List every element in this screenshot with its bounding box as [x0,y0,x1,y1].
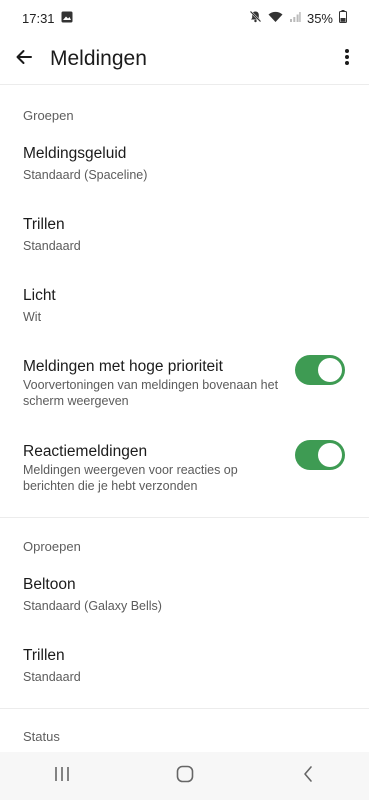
toggle-knob [318,443,342,467]
section-header-groups: Groepen [23,108,74,123]
wifi-icon [268,11,283,26]
back-nav-icon [302,765,314,788]
section-header-status: Status [23,729,60,744]
setting-title: Meldingsgeluid [23,145,127,162]
setting-title: Beltoon [23,576,76,593]
setting-subtitle: Standaard (Spaceline) [23,168,148,182]
setting-reaction-notifications[interactable]: Reactiemeldingen Meldingen weergeven voo… [0,434,369,506]
setting-subtitle: Voorvertoningen van meldingen bovenaan h… [23,378,279,408]
app-bar-divider [0,84,369,85]
setting-ringtone[interactable]: Beltoon Standaard (Galaxy Bells) [0,567,369,627]
back-button[interactable] [2,38,46,80]
setting-subtitle: Meldingen weergeven voor reacties op ber… [23,463,238,493]
status-bar: 17:31 35% [0,0,369,36]
setting-vibrate-groups[interactable]: Trillen Standaard [0,207,369,267]
setting-subtitle: Standaard [23,239,81,253]
status-time: 17:31 [22,10,55,26]
home-icon [176,765,194,788]
system-nav-bar [0,752,369,800]
setting-subtitle: Standaard (Galaxy Bells) [23,599,162,613]
setting-title: Meldingen met hoge prioriteit [23,358,223,375]
setting-title: Licht [23,287,56,304]
home-button[interactable] [155,752,215,800]
recents-button[interactable] [32,752,92,800]
setting-title: Trillen [23,647,65,664]
toggle-knob [318,358,342,382]
image-icon [61,11,73,26]
section-divider [0,708,369,709]
reaction-notifications-toggle[interactable] [295,440,345,470]
setting-vibrate-calls[interactable]: Trillen Standaard [0,638,369,698]
battery-icon [339,10,347,26]
high-priority-toggle[interactable] [295,355,345,385]
more-options-button[interactable] [335,44,359,74]
setting-notification-sound[interactable]: Meldingsgeluid Standaard (Spaceline) [0,136,369,196]
recents-icon [53,766,71,787]
back-arrow-icon [14,47,34,72]
setting-title: Trillen [23,216,65,233]
more-vert-icon [344,48,350,71]
section-header-calls: Oproepen [23,539,81,554]
back-nav-button[interactable] [278,752,338,800]
section-divider [0,517,369,518]
mute-icon [249,10,262,26]
battery-percent: 35% [306,10,333,26]
setting-high-priority[interactable]: Meldingen met hoge prioriteit Voorverton… [0,349,369,421]
app-bar: Meldingen [0,38,369,80]
setting-title: Reactiemeldingen [23,443,148,460]
page-title: Meldingen [50,47,147,70]
signal-icon [289,11,301,26]
setting-subtitle: Standaard [23,670,81,684]
setting-light[interactable]: Licht Wit [0,278,369,338]
setting-subtitle: Wit [23,310,42,324]
